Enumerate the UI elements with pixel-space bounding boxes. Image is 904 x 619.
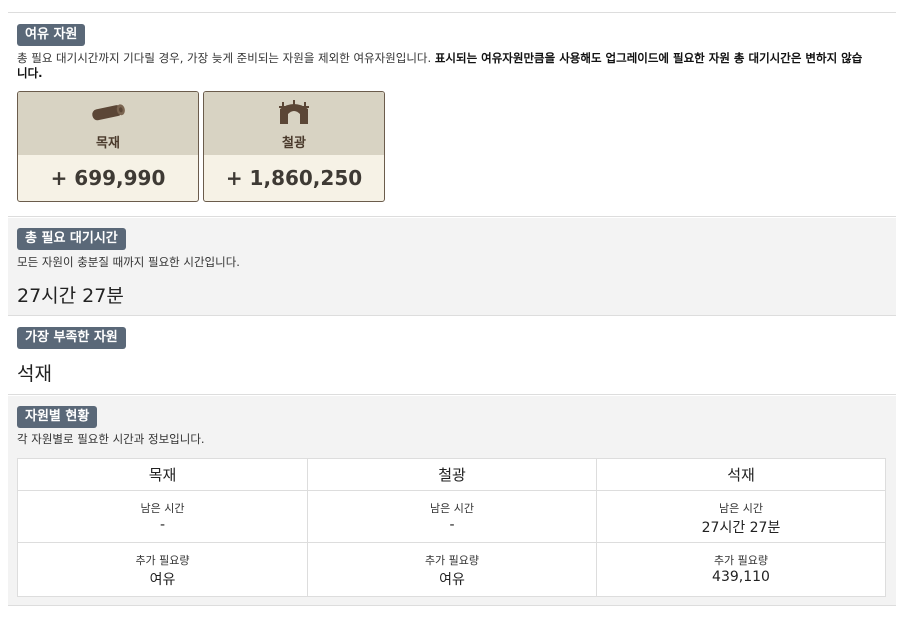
resource-card-top: 철광 — [204, 92, 384, 155]
remaining-time-label: 남은 시간 — [140, 502, 185, 515]
extra-amount-cell: 추가 필요량 여유 — [18, 544, 307, 596]
column-header: 석재 — [597, 459, 885, 491]
resource-name: 철광 — [282, 136, 306, 151]
total-wait-badge: 총 필요 대기시간 — [17, 228, 126, 250]
resource-name: 목재 — [96, 136, 120, 151]
shortest-resource-section: 가장 부족한 자원 석재 — [8, 317, 896, 395]
extra-amount-value: 여유 — [149, 572, 176, 588]
surplus-desc-normal: 총 필요 대기시간까지 기다릴 경우, 가장 늦게 준비되는 자원을 제외한 여… — [17, 51, 435, 65]
surplus-description: 총 필요 대기시간까지 기다릴 경우, 가장 늦게 준비되는 자원을 제외한 여… — [17, 51, 862, 66]
remaining-time-label: 남은 시간 — [719, 502, 763, 515]
column-header: 철광 — [308, 459, 596, 491]
shortest-resource-badge: 가장 부족한 자원 — [17, 327, 126, 349]
extra-amount-cell: 추가 필요량 여유 — [308, 544, 596, 596]
surplus-desc-bold: 표시되는 여유자원만큼을 사용해도 업그레이드에 필요한 자원 총 대기시간은 … — [435, 51, 863, 65]
column-header: 목재 — [18, 459, 307, 491]
surplus-description-wrap: 니다. — [17, 66, 43, 81]
resource-card-wood: 목재 + 699,990 — [17, 91, 199, 202]
total-wait-description: 모든 자원이 충분질 때까지 필요한 시간입니다. — [17, 255, 240, 269]
extra-amount-value: 439,110 — [712, 569, 770, 585]
resource-status-table: 목재 남은 시간 - 추가 필요량 여유 철광 남은 시간 - 추가 필요량 여… — [17, 458, 886, 597]
extra-amount-value: 여유 — [439, 572, 465, 588]
remaining-time-cell: 남은 시간 - — [308, 492, 596, 543]
extra-amount-label: 추가 필요량 — [424, 554, 480, 567]
resource-status-section: 자원별 현황 각 자원별로 필요한 시간과 정보입니다. 목재 남은 시간 - … — [8, 396, 896, 606]
status-column-iron: 철광 남은 시간 - 추가 필요량 여유 — [307, 459, 596, 596]
extra-amount-label: 추가 필요량 — [713, 554, 769, 567]
wood-log-icon — [92, 104, 125, 121]
shortest-resource-value: 석재 — [17, 363, 52, 385]
status-column-stone: 석재 남은 시간 27시간 27분 추가 필요량 439,110 — [596, 459, 885, 596]
total-wait-value: 27시간 27분 — [17, 285, 124, 307]
resource-status-description: 각 자원별로 필요한 시간과 정보입니다. — [17, 432, 205, 446]
resource-card-top: 목재 — [18, 92, 198, 155]
resource-value: + 699,990 — [50, 166, 166, 190]
remaining-time-cell: 남은 시간 27시간 27분 — [597, 492, 885, 543]
remaining-time-label: 남은 시간 — [430, 502, 474, 515]
extra-amount-label: 추가 필요량 — [135, 554, 190, 567]
remaining-time-value: 27시간 27분 — [701, 520, 781, 536]
surplus-desc-bold-1: 표시되는 여유자원만큼을 사용해도 업그레이드에 필요한 자원 총 대기시간은 … — [434, 51, 863, 65]
remaining-time-value: - — [449, 517, 455, 533]
extra-amount-cell: 추가 필요량 439,110 — [597, 544, 885, 596]
total-wait-section: 총 필요 대기시간 모든 자원이 충분질 때까지 필요한 시간입니다. 27시간… — [8, 218, 896, 316]
iron-mine-icon — [279, 100, 309, 124]
resource-status-badge: 자원별 현황 — [17, 406, 98, 428]
surplus-badge: 여유 자원 — [17, 24, 86, 46]
surplus-desc-bold-2: 니다. — [17, 66, 43, 80]
resource-value: + 1,860,250 — [225, 166, 363, 190]
remaining-time-cell: 남은 시간 - — [18, 492, 307, 543]
resource-card-iron: 철광 + 1,860,250 — [203, 91, 385, 202]
status-column-wood: 목재 남은 시간 - 추가 필요량 여유 — [18, 459, 307, 596]
remaining-time-value: - — [159, 517, 166, 533]
surplus-section: 여유 자원 총 필요 대기시간까지 기다릴 경우, 가장 늦게 준비되는 자원을… — [8, 13, 896, 217]
